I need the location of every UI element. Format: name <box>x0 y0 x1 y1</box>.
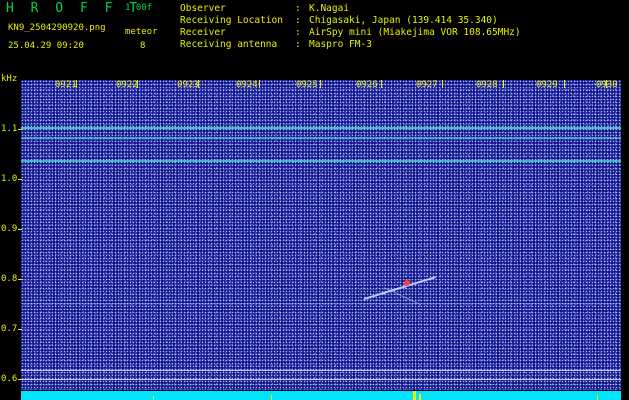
time-tick <box>503 80 504 88</box>
time-tick <box>442 80 443 88</box>
freq-unit-label: kHz <box>1 74 18 84</box>
time-tick <box>564 80 565 88</box>
freq-label: 0.9 <box>1 224 18 234</box>
freq-label: 1.0 <box>1 174 18 184</box>
capture-datetime: 25.04.29 09:20 <box>8 41 84 51</box>
time-tick <box>381 80 382 88</box>
freq-tick <box>18 279 22 280</box>
signal-spike <box>597 395 598 400</box>
carrier-line <box>21 303 621 304</box>
time-label: 0923 <box>177 80 199 90</box>
info-row-antenna: Receiving antenna: Maspro FM-3 <box>180 39 372 50</box>
carrier-line <box>21 160 621 162</box>
observation-info: Observer: K.Nagai Receiving Location: Chig… <box>180 3 521 51</box>
time-label: 0930 <box>596 80 618 90</box>
reference-line <box>21 379 621 380</box>
spectrogram-display <box>21 80 621 390</box>
info-value: Chigasaki, Japan (139.414 35.340) <box>309 15 498 26</box>
time-label: 0922 <box>116 80 138 90</box>
freq-tick <box>18 129 22 130</box>
time-label: 0928 <box>476 80 498 90</box>
time-label: 0926 <box>356 80 378 90</box>
info-row-location: Receiving Location: Chigasaki, Japan (139… <box>180 15 498 26</box>
app-version: 1.00f <box>125 3 153 13</box>
freq-label: 0.6 <box>1 374 18 384</box>
freq-tick <box>18 329 22 330</box>
time-label: 0921 <box>55 80 77 90</box>
freq-tick <box>18 179 22 180</box>
file-name: KN9_2504290920.png <box>8 23 106 33</box>
signal-spike <box>153 396 154 400</box>
app-brand: H R O F F T <box>6 1 142 16</box>
info-key: Receiver <box>180 27 226 38</box>
time-label: 0925 <box>296 80 318 90</box>
carrier-line <box>21 137 621 139</box>
freq-tick <box>18 379 22 380</box>
freq-tick <box>18 229 22 230</box>
time-tick <box>259 80 260 88</box>
signal-level-bar <box>21 391 621 400</box>
reference-line <box>21 370 621 371</box>
meteor-count: 8 <box>140 41 146 51</box>
freq-label: 1.1 <box>1 124 18 134</box>
info-value: Maspro FM-3 <box>309 39 372 50</box>
time-label: 0927 <box>416 80 438 90</box>
signal-spike <box>419 394 421 400</box>
signal-spike <box>271 395 272 400</box>
info-row-observer: Observer: K.Nagai <box>180 3 350 14</box>
info-key: Observer <box>180 3 226 14</box>
carrier-line <box>21 127 621 129</box>
meteor-echo <box>404 280 410 286</box>
freq-label: 0.7 <box>1 324 18 334</box>
info-row-receiver: Receiver: AirSpy mini (Miakejima VOR 108.… <box>180 27 521 38</box>
header-panel: H R O F F T 1.00f KN9_2504290920.png met… <box>0 0 629 80</box>
info-value: AirSpy mini (Miakejima VOR 108.65MHz) <box>309 27 521 38</box>
info-key: Receiving antenna <box>180 39 278 50</box>
info-key: Receiving Location <box>180 15 283 26</box>
time-tick <box>320 80 321 88</box>
time-label: 0924 <box>236 80 258 90</box>
meteor-label: meteor <box>125 27 158 37</box>
freq-label: 0.8 <box>1 274 18 284</box>
time-label: 0929 <box>536 80 558 90</box>
signal-spike <box>413 391 416 400</box>
info-value: K.Nagai <box>309 3 350 14</box>
